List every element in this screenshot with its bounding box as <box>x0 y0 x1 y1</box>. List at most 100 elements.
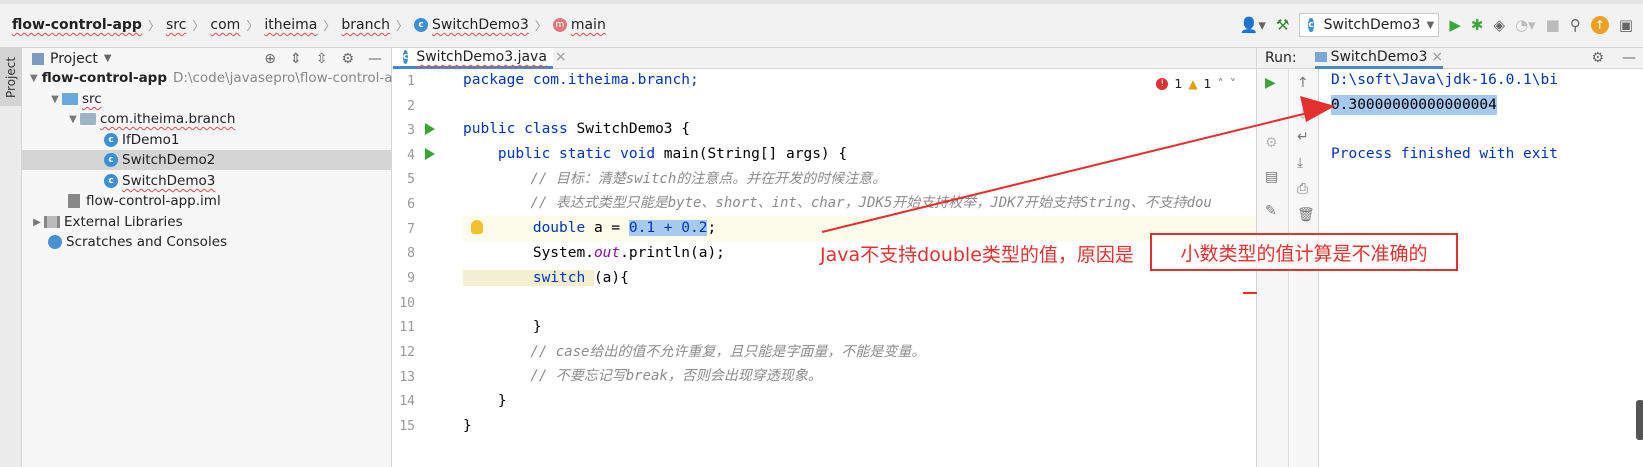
tree-item-iml[interactable]: flow-control-app.iml <box>22 191 392 211</box>
code-line-8[interactable]: System.out.println(a); <box>463 241 725 266</box>
rerun-icon[interactable]: ▶ <box>1265 75 1276 91</box>
run-class-gutter-icon[interactable] <box>425 123 435 135</box>
stop-icon[interactable]: ⚙ <box>1265 135 1278 151</box>
code-line-7[interactable]: double a = 0.1 + 0.2; <box>463 216 716 241</box>
breadcrumb-separator: 〉 <box>147 18 160 33</box>
collapse-all-icon[interactable]: ⇳ <box>316 51 328 67</box>
scroll-to-end-icon[interactable]: ⤓ <box>1297 155 1303 171</box>
line-number: 12 <box>399 345 415 360</box>
scrollbar[interactable] <box>1636 400 1643 440</box>
console-output-value[interactable]: 0.30000000000000004 <box>1331 95 1497 115</box>
tree-item-src[interactable]: ▼ src <box>22 89 392 109</box>
code-text: a = <box>593 220 629 236</box>
code-line-3[interactable]: public class SwitchDemo3 { <box>463 117 690 142</box>
chevron-up-icon[interactable]: ˄ <box>1218 76 1224 91</box>
arrow-up-icon[interactable]: ↑ <box>1297 75 1309 91</box>
gear-icon[interactable]: ⚙ <box>341 51 354 67</box>
expand-all-icon[interactable]: ⇕ <box>290 51 302 67</box>
code-line-15[interactable]: } <box>463 414 472 439</box>
arrow-down-icon[interactable]: ↓ <box>1297 107 1309 123</box>
build-hammer-icon[interactable]: ⚒ <box>1276 16 1289 34</box>
chevron-down-icon[interactable]: ▼ <box>104 53 112 64</box>
chevron-down-icon[interactable]: ▼ <box>48 94 62 105</box>
minimize-icon[interactable]: — <box>368 51 382 67</box>
error-count: 1 <box>1174 76 1183 91</box>
run-panel-header: Run: SwitchDemo3 × ⚙ — <box>1257 48 1643 69</box>
class-icon: c <box>1308 18 1314 32</box>
minimize-icon[interactable]: — <box>1622 50 1643 66</box>
tree-item-package[interactable]: ▼ com.itheima.branch <box>22 109 392 129</box>
stop-icon[interactable]: ■ <box>1546 16 1560 34</box>
user-icon[interactable]: 👤▾ <box>1240 16 1266 34</box>
inspection-widget[interactable]: ! 1 ▲ 1 ˄ ˅ <box>1156 76 1236 91</box>
chevron-down-icon[interactable]: ▼ <box>66 114 80 125</box>
ide-logo-icon[interactable]: ▣ <box>1619 16 1633 34</box>
line-number: 5 <box>407 172 415 187</box>
breadcrumb-branch[interactable]: branch <box>341 17 390 33</box>
tree-item-switchdemo3[interactable]: c SwitchDemo3 <box>22 171 392 191</box>
tree-item-switchdemo2[interactable]: c SwitchDemo2 <box>22 150 392 170</box>
code-line-4[interactable]: public static void main(String[] args) { <box>463 142 847 167</box>
close-icon[interactable]: × <box>555 49 567 65</box>
project-icon <box>32 52 44 65</box>
close-icon[interactable]: × <box>1431 49 1443 65</box>
breadcrumb-method[interactable]: main <box>571 17 606 33</box>
locate-icon[interactable]: ⊕ <box>264 51 276 67</box>
project-panel-title[interactable]: Project <box>50 51 98 67</box>
code-line-14[interactable]: } <box>463 389 507 414</box>
tab-switchdemo3-java[interactable]: c SwitchDemo3.java × <box>393 48 567 69</box>
profile-icon[interactable]: ◔▾ <box>1515 16 1536 34</box>
chevron-right-icon[interactable]: ▶ <box>30 217 44 228</box>
line-number: 3 <box>407 123 415 138</box>
trash-icon[interactable]: 🗑 <box>1297 207 1315 223</box>
layout-icon[interactable]: ▤ <box>1265 169 1278 185</box>
code-line-12[interactable]: // case给出的值不允许重复，且只能是字面量，不能是变量。 <box>463 340 925 365</box>
search-icon[interactable]: ⚲ <box>1570 16 1581 34</box>
update-icon[interactable]: ↑ <box>1590 16 1609 34</box>
line-number: 6 <box>407 197 415 212</box>
code-line-5[interactable]: // 目标：清楚switch的注意点。并在开发的时候注意。 <box>463 167 886 192</box>
coverage-icon[interactable]: ◈ <box>1493 16 1505 34</box>
tree-item-label: src <box>82 91 102 107</box>
code-text: main(String[] args) { <box>663 146 848 162</box>
tree-item-scratches[interactable]: Scratches and Consoles <box>22 232 392 252</box>
breadcrumb-src[interactable]: src <box>166 17 186 33</box>
chevron-down-icon: ▼ <box>1426 19 1435 31</box>
tree-item-label: flow-control-app <box>41 70 167 86</box>
code-text: ; <box>707 220 717 236</box>
code-line-6[interactable]: // 表达式类型只能是byte、short、int、char，JDK5开始支持枚… <box>463 191 1211 216</box>
console-line: Process finished with exit <box>1331 146 1558 162</box>
breadcrumb-project[interactable]: flow-control-app <box>12 17 142 33</box>
run-icon[interactable]: ▶ <box>1449 16 1461 34</box>
chevron-down-icon[interactable]: ˅ <box>1230 76 1236 91</box>
soft-wrap-icon[interactable]: ↵ <box>1297 129 1309 145</box>
breadcrumb-com[interactable]: com <box>210 17 240 33</box>
code-line-11[interactable]: } <box>463 315 542 340</box>
selected-expression[interactable]: 0.1 + 0.2 <box>628 220 708 236</box>
class-icon: c <box>403 50 409 64</box>
breadcrumb-separator: 〉 <box>246 18 259 33</box>
run-main-gutter-icon[interactable] <box>425 148 435 160</box>
code-text: .println(a); <box>620 245 725 261</box>
tree-item-label: SwitchDemo2 <box>122 152 216 168</box>
breadcrumb-class[interactable]: SwitchDemo3 <box>432 17 529 33</box>
tree-item-external-libraries[interactable]: ▶ External Libraries <box>22 212 392 232</box>
breadcrumb-itheima[interactable]: itheima <box>264 17 317 33</box>
print-icon[interactable]: ⎙ <box>1297 181 1308 197</box>
tree-item-ifdemo1[interactable]: c IfDemo1 <box>22 130 392 150</box>
class-icon: c <box>104 153 118 167</box>
class-icon: c <box>104 133 118 147</box>
chevron-down-icon[interactable]: ▼ <box>30 73 38 84</box>
code-line-9[interactable]: switch (a){ <box>463 266 629 291</box>
warning-icon: ▲ <box>1188 76 1198 91</box>
tree-item-project[interactable]: ▼ flow-control-app D:\code\javasepro\flo… <box>22 68 410 88</box>
code-line-1[interactable]: package com.itheima.branch; <box>463 68 699 93</box>
gear-icon[interactable]: ⚙ <box>1591 50 1604 66</box>
project-tool-tab[interactable]: Project <box>0 48 22 106</box>
code-line-13[interactable]: // 不要忘记写break，否则会出现穿透现象。 <box>463 364 821 389</box>
debug-icon[interactable]: ✱ <box>1471 16 1484 34</box>
line-number: 8 <box>407 246 415 261</box>
run-configuration-select[interactable]: c SwitchDemo3 ▼ <box>1299 13 1440 37</box>
pin-icon[interactable]: ✎ <box>1265 203 1277 219</box>
tab-run-switchdemo3[interactable]: SwitchDemo3 × <box>1314 48 1444 69</box>
